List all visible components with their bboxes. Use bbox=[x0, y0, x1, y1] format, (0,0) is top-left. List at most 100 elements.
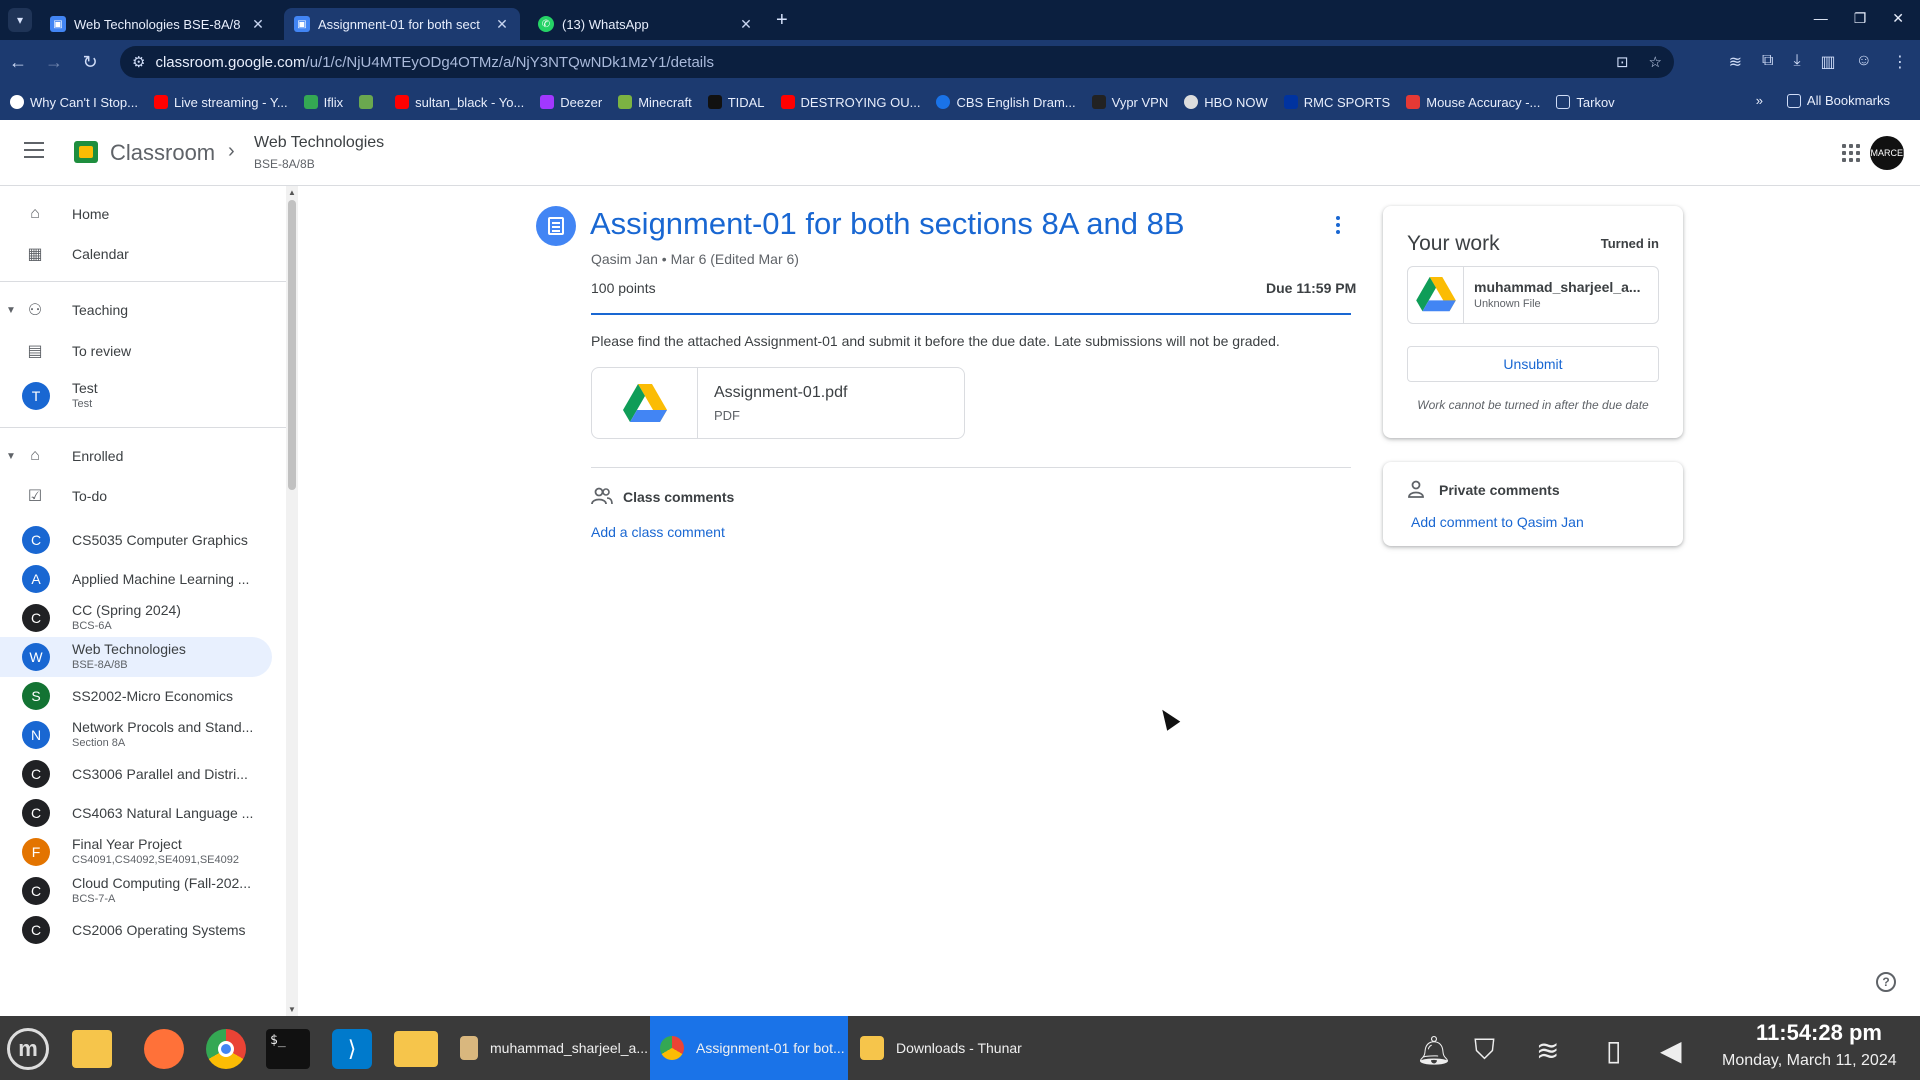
forward-icon[interactable]: → bbox=[36, 52, 72, 73]
sidebar-course-item[interactable]: A Applied Machine Learning ... bbox=[0, 559, 272, 599]
bookmark-item[interactable]: CBS English Dram... bbox=[936, 95, 1076, 110]
collapse-caret-icon[interactable]: ▼ bbox=[6, 451, 16, 462]
menu-kebab-icon[interactable]: ⋮ bbox=[1892, 52, 1908, 72]
back-icon[interactable]: ← bbox=[0, 52, 36, 73]
close-window-icon[interactable]: ✕ bbox=[1892, 10, 1904, 27]
tab-search-icon[interactable]: ▾ bbox=[8, 8, 32, 32]
sidebar-scrollbar[interactable]: ▲ ▼ bbox=[286, 186, 298, 1016]
bookmark-item[interactable]: Mouse Accuracy -... bbox=[1406, 95, 1540, 110]
bookmark-item[interactable]: Why Can't I Stop... bbox=[10, 95, 138, 110]
reload-icon[interactable]: ↻ bbox=[72, 52, 108, 73]
profile-icon[interactable]: ☺ bbox=[1856, 52, 1872, 72]
collapse-caret-icon[interactable]: ▼ bbox=[6, 305, 16, 316]
add-private-comment-link[interactable]: Add comment to Qasim Jan bbox=[1411, 514, 1584, 530]
attachment-card[interactable]: Assignment-01.pdf PDF bbox=[591, 367, 965, 439]
classroom-logo-icon[interactable] bbox=[74, 141, 98, 163]
sidebar-item-home[interactable]: ⌂ Home bbox=[0, 194, 272, 234]
sidebar-course-item[interactable]: F Final Year Project CS4091,CS4092,SE4091,… bbox=[0, 832, 272, 872]
course-letter-avatar: W bbox=[22, 643, 50, 671]
file-manager-launcher-icon[interactable] bbox=[68, 1026, 116, 1072]
taskbar-window-file[interactable]: muhammad_sharjeel_a... bbox=[450, 1016, 648, 1080]
bookmark-item[interactable]: TIDAL bbox=[707, 95, 765, 110]
mint-menu-icon[interactable]: m bbox=[4, 1026, 52, 1072]
submission-status: Turned in bbox=[1600, 236, 1659, 251]
scroll-up-arrow-icon[interactable]: ▲ bbox=[288, 188, 296, 197]
clock-time[interactable]: 11:54:28 pm bbox=[1756, 1020, 1882, 1046]
sidebar-item-test[interactable]: T Test Test bbox=[0, 376, 272, 416]
sidebar-course-item[interactable]: S SS2002-Micro Economics bbox=[0, 676, 272, 716]
side-panel-icon[interactable]: ▥ bbox=[1821, 52, 1836, 72]
breadcrumb-course-title[interactable]: Web Technologies bbox=[254, 134, 384, 152]
bookmark-item[interactable]: sultan_black - Yo... bbox=[395, 95, 524, 110]
add-class-comment-link[interactable]: Add a class comment bbox=[591, 524, 725, 540]
extensions-icon[interactable]: ⧉ bbox=[1762, 52, 1773, 72]
tab-whatsapp[interactable]: ✆ (13) WhatsApp ✕ bbox=[528, 8, 764, 40]
classroom-header: Classroom › Web Technologies BSE-8A/8B S… bbox=[0, 120, 1920, 186]
address-bar[interactable]: ⚙ classroom.google.com/u/1/c/NjU4MTEyODg… bbox=[120, 46, 1674, 78]
taskbar-window-chrome[interactable]: Assignment-01 for bot... bbox=[650, 1016, 848, 1080]
sidebar-course-item[interactable]: C CS2006 Operating Systems bbox=[0, 910, 272, 950]
bookmark-item[interactable]: Live streaming - Y... bbox=[153, 95, 288, 110]
firefox-launcher-icon[interactable] bbox=[140, 1026, 188, 1072]
close-tab-icon[interactable]: ✕ bbox=[250, 16, 266, 33]
minimize-icon[interactable]: — bbox=[1814, 10, 1828, 27]
clock-date[interactable]: Monday, March 11, 2024 bbox=[1722, 1052, 1897, 1070]
more-options-icon[interactable] bbox=[1336, 216, 1340, 237]
vscode-launcher-icon[interactable]: ⟩ bbox=[328, 1026, 376, 1072]
bookmark-item[interactable]: HBO NOW bbox=[1184, 95, 1268, 110]
help-icon[interactable]: ? bbox=[1876, 972, 1896, 992]
bookmark-item[interactable]: Iflix bbox=[303, 95, 343, 110]
all-bookmarks-folder[interactable]: All Bookmarks bbox=[1786, 93, 1890, 108]
sidebar-item-to-review[interactable]: ▤ To review bbox=[0, 331, 272, 371]
unsubmit-button[interactable]: Unsubmit bbox=[1407, 346, 1659, 382]
close-tab-icon[interactable]: ✕ bbox=[738, 16, 754, 33]
bookmark-folder[interactable]: Tarkov bbox=[1556, 95, 1615, 110]
new-tab-icon[interactable]: + bbox=[776, 9, 788, 32]
terminal-launcher-icon[interactable]: $_ bbox=[264, 1026, 312, 1072]
sidebar-course-item[interactable]: C CC (Spring 2024) BCS-6A bbox=[0, 598, 272, 638]
sidebar-course-item[interactable]: N Network Procols and Stand... Section 8A bbox=[0, 715, 272, 755]
folder-launcher-icon[interactable] bbox=[392, 1026, 440, 1072]
calendar-icon: ▦ bbox=[27, 246, 43, 263]
bookmarks-overflow-icon[interactable]: » bbox=[1756, 93, 1763, 108]
tab-assignment[interactable]: ▣ Assignment-01 for both sect ✕ bbox=[284, 8, 520, 40]
main-menu-icon[interactable] bbox=[24, 142, 44, 163]
sidebar-course-item[interactable]: C Cloud Computing (Fall-202... BCS-7-A bbox=[0, 871, 272, 911]
chrome-launcher-icon[interactable] bbox=[202, 1026, 250, 1072]
account-avatar[interactable]: SMARCEN bbox=[1865, 136, 1910, 170]
notifications-bell-icon[interactable]: 🔔︎ bbox=[1416, 1034, 1452, 1067]
downloads-icon[interactable]: ⤓ bbox=[1793, 52, 1800, 72]
sidebar-item-teaching[interactable]: ▼ ⚇ Teaching bbox=[0, 290, 272, 330]
battery-charging-icon[interactable]: ▯ bbox=[1606, 1034, 1621, 1067]
taskbar-window-thunar[interactable]: Downloads - Thunar bbox=[850, 1016, 1050, 1080]
close-tab-icon[interactable]: ✕ bbox=[494, 16, 510, 33]
bookmark-item[interactable] bbox=[359, 95, 379, 109]
sidebar-item-todo[interactable]: ☑ To-do bbox=[0, 476, 272, 516]
bookmark-item[interactable]: RMC SPORTS bbox=[1283, 95, 1390, 110]
sidebar-course-item[interactable]: C CS3006 Parallel and Distri... bbox=[0, 754, 272, 794]
sidebar-course-item[interactable]: C CS4063 Natural Language ... bbox=[0, 793, 272, 833]
bookmark-item[interactable]: DESTROYING OU... bbox=[780, 95, 920, 110]
whatsapp-favicon-icon: ✆ bbox=[538, 16, 554, 32]
site-info-icon[interactable]: ⚙ bbox=[132, 53, 145, 71]
google-apps-icon[interactable] bbox=[1842, 144, 1860, 162]
submitted-file-chip[interactable]: muhammad_sharjeel_a... Unknown File bbox=[1407, 266, 1659, 324]
sidebar-item-calendar[interactable]: ▦ Calendar bbox=[0, 234, 272, 274]
bookmark-item[interactable]: Deezer bbox=[540, 95, 602, 110]
install-app-icon[interactable]: ⊡ bbox=[1616, 53, 1629, 71]
scroll-down-arrow-icon[interactable]: ▼ bbox=[288, 1005, 296, 1014]
sidebar-course-item[interactable]: C CS5035 Computer Graphics bbox=[0, 520, 272, 560]
maximize-icon[interactable]: ❐ bbox=[1854, 10, 1867, 27]
tab-web-technologies[interactable]: ▣ Web Technologies BSE-8A/8 ✕ bbox=[40, 8, 276, 40]
volume-icon[interactable]: ◀︎ bbox=[1660, 1034, 1682, 1067]
bookmark-item[interactable]: Minecraft bbox=[618, 95, 692, 110]
app-title[interactable]: Classroom bbox=[110, 140, 215, 166]
wifi-icon[interactable]: ≋ bbox=[1536, 1034, 1559, 1067]
extension-db-icon[interactable]: ≋ bbox=[1729, 52, 1742, 72]
sidebar-item-enrolled[interactable]: ▼ ⌂ Enrolled bbox=[0, 436, 272, 476]
security-shield-icon[interactable]: ⛉ bbox=[1474, 1034, 1495, 1067]
bookmark-item[interactable]: Vypr VPN bbox=[1091, 95, 1168, 110]
sidebar-course-item[interactable]: W Web Technologies BSE-8A/8B bbox=[0, 637, 272, 677]
bookmark-star-icon[interactable]: ☆ bbox=[1649, 53, 1662, 71]
scrollbar-thumb[interactable] bbox=[288, 200, 296, 490]
